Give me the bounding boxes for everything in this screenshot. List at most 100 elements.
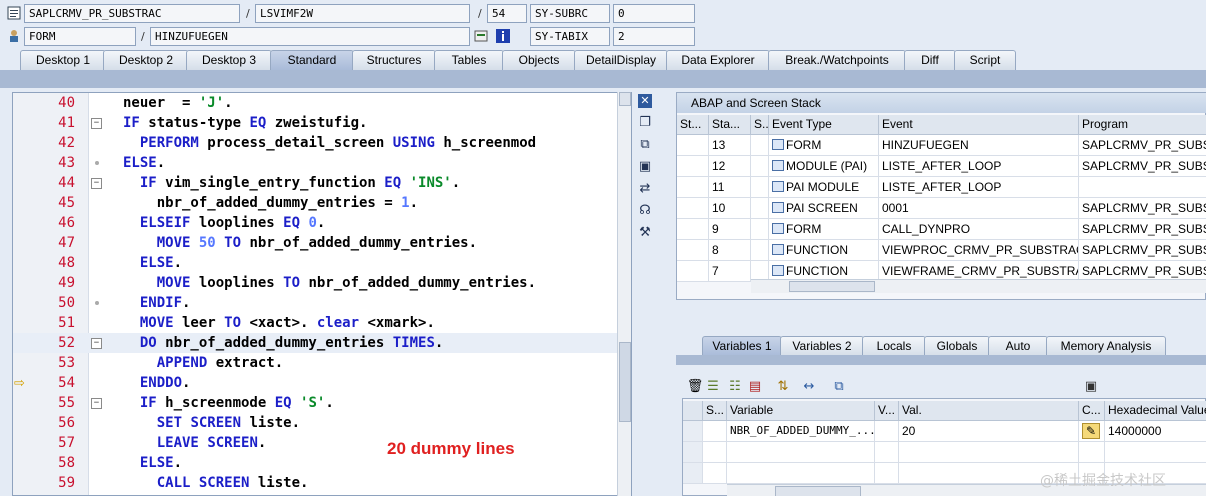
tab-desktop-1[interactable]: Desktop 1 [20,50,106,70]
variables-column-header[interactable]: Val. [899,401,1079,421]
save-icon[interactable]: ▣ [1082,378,1100,396]
stack-cell-type[interactable]: PAI SCREEN [769,198,879,219]
stack-cell[interactable]: 13 [709,135,751,156]
code-line[interactable]: 53 APPEND extract. [13,353,617,373]
navigate-icon[interactable] [474,29,488,43]
stack-cell[interactable]: 9 [709,219,751,240]
fold-toggle-icon[interactable]: − [91,178,102,189]
scroll-up-icon[interactable] [619,92,631,106]
tab-variables-1[interactable]: Variables 1 [702,336,782,356]
sort-icon[interactable]: ⇅ [774,378,792,396]
include-field[interactable]: LSVIMF2W [255,4,470,23]
code-line[interactable]: 46 ELSEIF looplines EQ 0. [13,213,617,233]
stack-cell[interactable]: 7 [709,261,751,282]
variable-cell[interactable] [703,463,727,484]
stack-cell[interactable]: SAPLCRMV_PR_SUBSTR [1079,198,1206,219]
variable-cell[interactable] [875,442,899,463]
current-frame-arrow-icon[interactable] [677,135,709,156]
tab-structures[interactable]: Structures [352,50,436,70]
fold-toggle-icon[interactable]: − [91,398,102,409]
stack-cell[interactable] [751,156,769,177]
stack-cell[interactable] [677,261,709,282]
new-tool-icon[interactable]: ❐ [636,114,654,132]
stack-cell[interactable] [677,156,709,177]
stack-cell[interactable] [751,219,769,240]
stack-cell[interactable] [751,198,769,219]
code-line[interactable]: 55 − IF h_screenmode EQ 'S'. [13,393,617,413]
tab-auto[interactable]: Auto [988,336,1048,356]
scroll-thumb[interactable] [775,486,861,496]
tab-locals[interactable]: Locals [862,336,926,356]
stack-cell-type[interactable]: FUNCTION [769,240,879,261]
fold-toggle-icon[interactable]: − [91,338,102,349]
doc-icon[interactable]: ☰ [704,378,722,396]
arrows-icon[interactable]: ↔ [800,378,818,396]
tab-globals[interactable]: Globals [924,336,990,356]
maximize-icon[interactable]: ▣ [636,158,654,176]
variables-column-header[interactable] [683,401,703,421]
variable-cell[interactable] [703,421,727,442]
row-selector[interactable] [683,463,703,484]
code-line[interactable]: 43 ELSE. [13,153,617,173]
tab-script[interactable]: Script [954,50,1016,70]
code-line[interactable]: 44 − IF vim_single_entry_function EQ 'INS… [13,173,617,193]
stack-cell[interactable] [677,219,709,240]
stack-column-header[interactable]: S... [751,115,769,135]
code-line[interactable]: 51 MOVE leer TO <xact>. clear <xmark>. [13,313,617,333]
tab-data-explorer[interactable]: Data Explorer [666,50,770,70]
stack-cell-type[interactable]: MODULE (PAI) [769,156,879,177]
stack-cell[interactable] [677,177,709,198]
stack-column-header[interactable]: St... [677,115,709,135]
export-icon[interactable]: ▤ [746,378,764,396]
stack-cell-type[interactable]: FORM [769,219,879,240]
stack-column-header[interactable]: Event Type [769,115,879,135]
code-line[interactable]: 50 ENDIF. [13,293,617,313]
delete-icon[interactable]: 🗑 [686,378,704,396]
stack-cell[interactable]: CALL_DYNPRO [879,219,1079,240]
stack-horizontal-scrollbar[interactable] [751,279,1206,293]
stack-column-header[interactable]: Sta... [709,115,751,135]
stack-cell[interactable] [751,135,769,156]
stack-cell[interactable]: LISTE_AFTER_LOOP [879,156,1079,177]
stack-cell[interactable]: SAPLCRMV_PR_SUBSTR [1079,156,1206,177]
tab-desktop-3[interactable]: Desktop 3 [186,50,272,70]
variable-cell[interactable]: 20 [899,421,1079,442]
code-line[interactable]: 41 − IF status-type EQ zweistufig. [13,113,617,133]
row-selector[interactable] [683,421,703,442]
scroll-thumb[interactable] [789,281,875,292]
variables-column-header[interactable]: Variable [727,401,875,421]
tab-breakpoints[interactable]: Break./Watchpoints [768,50,906,70]
headset-icon[interactable]: ☊ [636,202,654,220]
tab-memory-analysis[interactable]: Memory Analysis [1046,336,1166,356]
code-line[interactable]: 40 neuer = 'J'. [13,93,617,113]
sysvar-value[interactable]: 2 [613,27,695,46]
stack-cell[interactable] [1079,177,1206,198]
code-line[interactable]: 45 nbr_of_added_dummy_entries = 1. [13,193,617,213]
stack-cell-type[interactable]: FORM [769,135,879,156]
variables-column-header[interactable]: C... [1079,401,1105,421]
stack-cell[interactable]: VIEWPROC_CRMV_PR_SUBSTRAC [879,240,1079,261]
row-selector[interactable] [683,442,703,463]
tab-diff[interactable]: Diff [904,50,956,70]
stack-cell[interactable] [751,177,769,198]
tab-objects[interactable]: Objects [502,50,576,70]
code-line[interactable]: 42 PERFORM process_detail_screen USING h… [13,133,617,153]
code-line[interactable]: 58 ELSE. [13,453,617,473]
source-code-editor[interactable]: 40 neuer = 'J'. 41 − IF status-type EQ zweis… [12,92,632,496]
tab-detaildisplay[interactable]: DetailDisplay [574,50,668,70]
stack-column-header[interactable]: Program [1079,115,1206,135]
sysvar-value[interactable]: 0 [613,4,695,23]
change-cell[interactable]: ✎ [1079,421,1105,442]
stack-cell[interactable]: 11 [709,177,751,198]
code-line[interactable]: 47 MOVE 50 TO nbr_of_added_dummy_entries… [13,233,617,253]
editor-vertical-scrollbar[interactable] [617,92,631,496]
stack-cell[interactable] [677,198,709,219]
import-icon[interactable]: ☷ [726,378,744,396]
variable-cell[interactable] [727,442,875,463]
variable-cell[interactable] [727,463,875,484]
tab-standard[interactable]: Standard [270,50,354,70]
code-line[interactable]: 57 LEAVE SCREEN. [13,433,617,453]
stack-cell[interactable]: HINZUFUEGEN [879,135,1079,156]
copy-tool-icon[interactable]: ⧉ [636,136,654,154]
variable-cell[interactable] [875,421,899,442]
